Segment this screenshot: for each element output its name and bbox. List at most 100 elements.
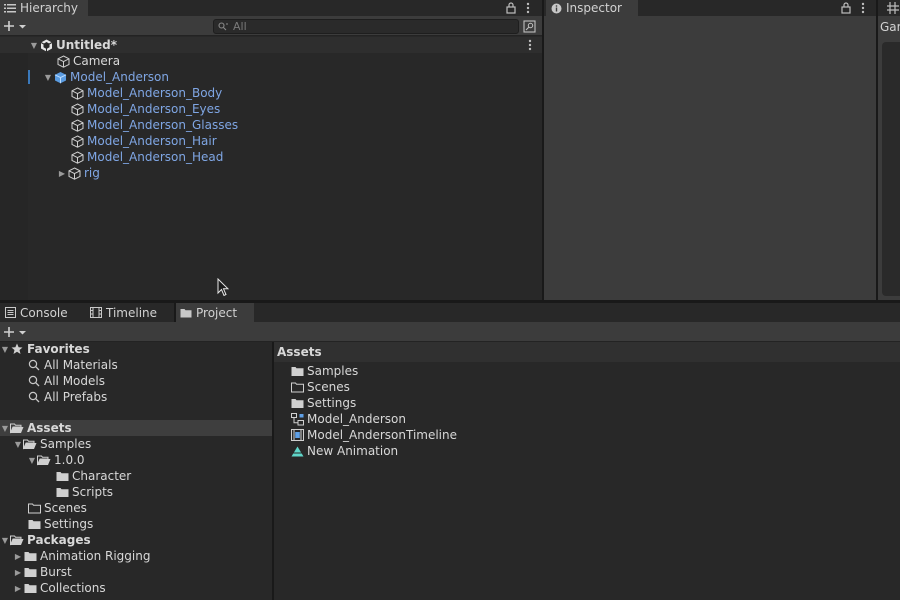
expand-arrow-icon[interactable]: ▼ — [0, 423, 10, 433]
tree-package-burst[interactable]: ▶ Burst — [13, 564, 72, 580]
hierarchy-item-label: Model_Anderson_Glasses — [87, 118, 239, 132]
asset-label: Settings — [307, 396, 357, 410]
gameobject-cube-icon — [67, 166, 81, 180]
expand-arrow-icon[interactable]: ▼ — [0, 344, 10, 354]
tree-item-label: Settings — [44, 517, 94, 531]
hierarchy-search-input[interactable]: All — [213, 19, 519, 34]
lock-icon[interactable] — [506, 2, 516, 14]
assets-breadcrumb: Assets — [274, 342, 900, 362]
asset-new-animation[interactable]: New Animation — [290, 443, 398, 459]
scene-menu-icon[interactable] — [527, 39, 533, 51]
asset-model-anderson-timeline[interactable]: Model_AndersonTimeline — [290, 427, 457, 443]
tree-item-label: Animation Rigging — [40, 549, 151, 563]
collapse-arrow-icon[interactable]: ▶ — [13, 583, 23, 593]
folder-outline-icon — [27, 501, 41, 515]
tree-favorites[interactable]: ▼ Favorites — [0, 341, 90, 357]
tree-favorite-all-models[interactable]: All Models — [27, 373, 105, 389]
tab-console[interactable]: Console — [0, 303, 86, 322]
hierarchy-item-label: Model_Anderson_Head — [87, 150, 224, 164]
project-add-dropdown-button[interactable] — [3, 326, 29, 338]
tree-packages[interactable]: ▼ Packages — [0, 532, 91, 548]
tab-timeline-label: Timeline — [106, 305, 158, 320]
tree-assets[interactable]: ▼ Assets — [0, 420, 72, 436]
hierarchy-item-label: Model_Anderson_Hair — [87, 134, 217, 148]
hierarchy-tab-strip — [88, 0, 542, 16]
hierarchy-item-glasses[interactable]: Model_Anderson_Glasses — [70, 117, 238, 133]
expand-arrow-icon[interactable]: ▼ — [43, 72, 53, 82]
search-options-icon[interactable] — [523, 20, 536, 33]
gameobject-cube-icon — [70, 118, 84, 132]
tree-item-label: Scripts — [72, 485, 114, 499]
hierarchy-item-camera[interactable]: Camera — [56, 53, 120, 69]
collapse-arrow-icon[interactable]: ▶ — [13, 551, 23, 561]
inspector-more-icon[interactable] — [860, 2, 866, 14]
tree-settings[interactable]: Settings — [27, 516, 93, 532]
expand-arrow-icon[interactable]: ▼ — [27, 455, 37, 465]
collapse-arrow-icon[interactable]: ▶ — [13, 567, 23, 577]
folder-open-icon — [10, 421, 24, 435]
gameobject-cube-icon — [70, 150, 84, 164]
asset-model-anderson[interactable]: Model_Anderson — [290, 411, 406, 427]
tab-hierarchy[interactable]: Hierarchy — [0, 0, 88, 16]
mouse-cursor-icon — [217, 278, 229, 297]
folder-open-icon — [10, 533, 24, 547]
tab-inspector[interactable]: Inspector — [546, 0, 638, 16]
assets-breadcrumb-label[interactable]: Assets — [277, 345, 322, 359]
unity-scene-icon — [39, 38, 53, 52]
grid-icon — [887, 2, 899, 14]
bottom-tab-strip — [254, 303, 900, 322]
prefab-cube-icon — [53, 70, 67, 84]
more-options-icon[interactable] — [525, 2, 531, 14]
asset-label: Scenes — [307, 380, 350, 394]
collapse-arrow-icon[interactable]: ▶ — [57, 168, 67, 178]
tree-samples[interactable]: ▼ Samples — [13, 436, 91, 452]
inspector-lock-icon[interactable] — [841, 2, 851, 14]
tree-character[interactable]: Character — [55, 468, 131, 484]
scene-name: Untitled* — [56, 38, 117, 52]
hierarchy-item-label: Model_Anderson_Eyes — [87, 102, 221, 116]
hierarchy-item-label: rig — [84, 166, 100, 180]
hierarchy-item-eyes[interactable]: Model_Anderson_Eyes — [70, 101, 220, 117]
folder-icon — [290, 364, 304, 378]
tree-scripts[interactable]: Scripts — [55, 484, 113, 500]
tree-packages-label: Packages — [27, 533, 91, 547]
list-icon — [4, 2, 16, 14]
folder-icon — [55, 485, 69, 499]
tab-project[interactable]: Project — [176, 303, 254, 322]
gameobject-cube-icon — [70, 86, 84, 100]
game-view-area[interactable] — [882, 42, 900, 296]
assets-view-panel — [274, 342, 900, 600]
timeline-asset-icon — [290, 428, 304, 442]
tree-version-folder[interactable]: ▼ 1.0.0 — [27, 452, 85, 468]
hierarchy-item-model-anderson[interactable]: ▼ Model_Anderson — [43, 69, 169, 85]
tree-item-label: 1.0.0 — [54, 453, 85, 467]
folder-icon — [290, 396, 304, 410]
asset-settings[interactable]: Settings — [290, 395, 356, 411]
tree-favorite-all-prefabs[interactable]: All Prefabs — [27, 389, 107, 405]
tab-hierarchy-label: Hierarchy — [20, 1, 79, 15]
gameobject-cube-icon — [56, 54, 70, 68]
hierarchy-item-body[interactable]: Model_Anderson_Body — [70, 85, 222, 101]
tree-scenes[interactable]: Scenes — [27, 500, 87, 516]
film-strip-icon — [90, 307, 102, 319]
hierarchy-item-label: Camera — [73, 54, 121, 68]
tab-timeline[interactable]: Timeline — [86, 303, 174, 322]
expand-arrow-icon[interactable]: ▼ — [29, 40, 39, 50]
tree-item-label: All Materials — [44, 358, 118, 372]
folder-icon — [55, 469, 69, 483]
hierarchy-item-rig[interactable]: ▶ rig — [57, 165, 100, 181]
hierarchy-item-hair[interactable]: Model_Anderson_Hair — [70, 133, 217, 149]
asset-scenes[interactable]: Scenes — [290, 379, 350, 395]
asset-samples[interactable]: Samples — [290, 363, 358, 379]
game-tab-label[interactable]: Gar — [880, 20, 900, 34]
hierarchy-item-head[interactable]: Model_Anderson_Head — [70, 149, 223, 165]
expand-arrow-icon[interactable]: ▼ — [13, 439, 23, 449]
tree-favorite-all-materials[interactable]: All Materials — [27, 357, 118, 373]
scene-row[interactable]: ▼ Untitled* — [29, 37, 117, 53]
star-icon — [10, 342, 24, 356]
expand-arrow-icon[interactable]: ▼ — [0, 535, 10, 545]
add-dropdown-button[interactable] — [3, 20, 29, 32]
tree-package-animation-rigging[interactable]: ▶ Animation Rigging — [13, 548, 151, 564]
tree-item-label: Collections — [40, 581, 106, 595]
tree-package-collections[interactable]: ▶ Collections — [13, 580, 106, 596]
